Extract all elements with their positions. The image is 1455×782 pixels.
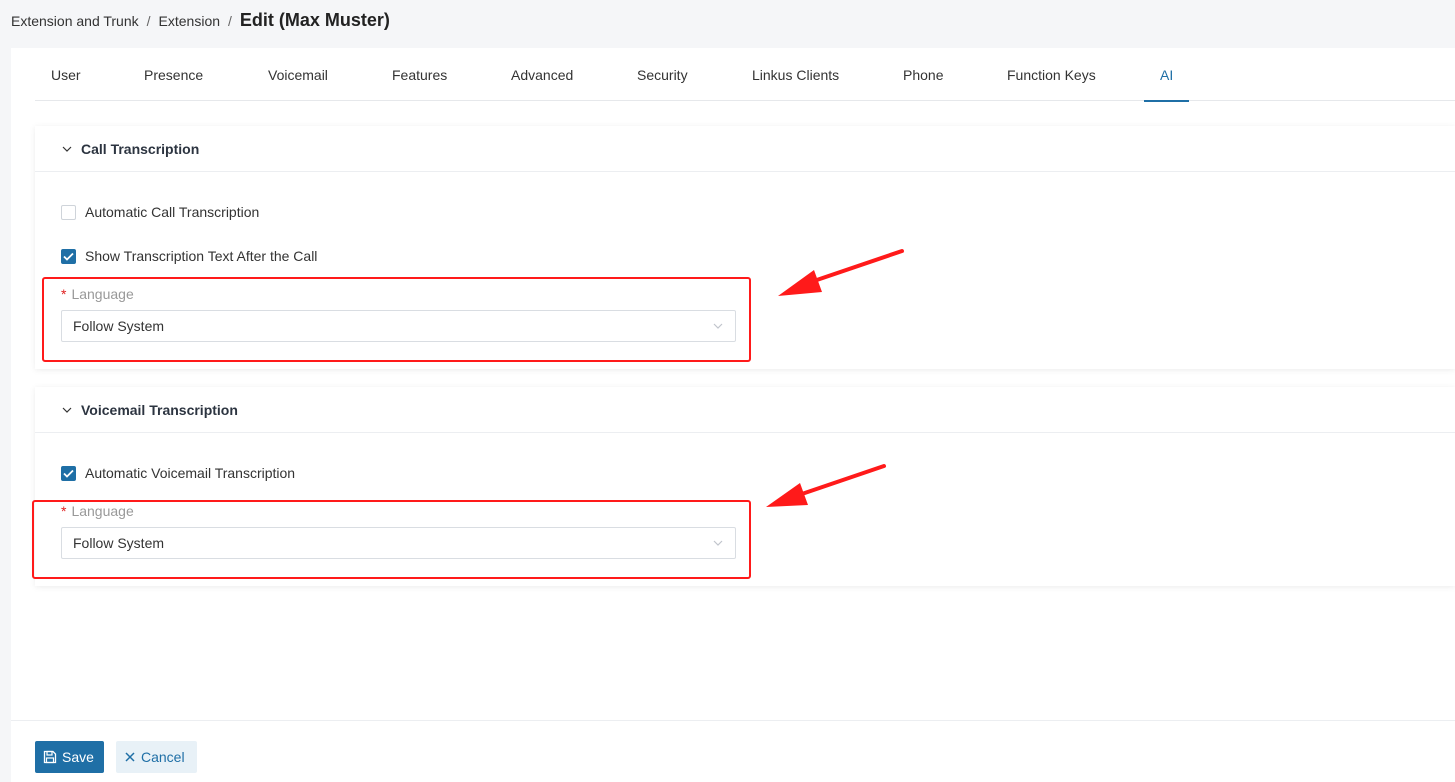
automatic-voicemail-transcription-checkbox[interactable]: Automatic Voicemail Transcription <box>61 465 295 481</box>
cancel-label: Cancel <box>141 749 185 765</box>
call-language-select[interactable]: Follow System <box>61 310 736 342</box>
voicemail-language-value: Follow System <box>73 535 165 551</box>
save-label: Save <box>62 749 94 765</box>
required-mark: * <box>61 503 67 519</box>
save-button[interactable]: Save <box>35 741 104 773</box>
checkbox-checked[interactable] <box>61 465 76 481</box>
call-language-label: * Language <box>61 286 134 302</box>
tab-features[interactable]: Features <box>392 48 447 101</box>
call-transcription-title: Call Transcription <box>81 140 200 157</box>
checkbox-checked[interactable] <box>61 248 76 264</box>
voicemail-language-select[interactable]: Follow System <box>61 527 736 559</box>
call-transcription-header[interactable]: Call Transcription <box>35 126 1455 172</box>
chevron-down-icon <box>62 407 72 413</box>
tab-bar: User Presence Voicemail Features Advance… <box>35 48 1455 102</box>
edit-extension-card: User Presence Voicemail Features Advance… <box>11 48 1455 782</box>
voicemail-language-label: * Language <box>61 503 134 519</box>
check-icon <box>63 469 74 478</box>
show-transcription-text-label: Show Transcription Text After the Call <box>85 248 318 264</box>
footer-actions: Save Cancel <box>11 720 1455 782</box>
breadcrumb-extension-and-trunk[interactable]: Extension and Trunk <box>11 13 139 29</box>
automatic-voicemail-transcription-label: Automatic Voicemail Transcription <box>85 465 296 481</box>
breadcrumb-separator: / <box>146 13 151 29</box>
chevron-down-icon <box>62 146 72 152</box>
breadcrumb: Extension and Trunk / Extension / Edit (… <box>11 10 390 31</box>
voicemail-language-label-text: Language <box>71 503 134 519</box>
close-icon <box>125 752 135 762</box>
tab-linkus-clients[interactable]: Linkus Clients <box>752 48 839 101</box>
tab-presence[interactable]: Presence <box>144 48 203 101</box>
show-transcription-text-checkbox[interactable]: Show Transcription Text After the Call <box>61 248 317 264</box>
tab-voicemail[interactable]: Voicemail <box>268 48 328 101</box>
checkbox-unchecked[interactable] <box>61 204 76 220</box>
call-language-value: Follow System <box>73 318 165 334</box>
tab-user[interactable]: User <box>51 48 81 101</box>
automatic-call-transcription-label: Automatic Call Transcription <box>85 204 260 220</box>
cancel-button[interactable]: Cancel <box>116 741 197 773</box>
page-title: Edit (Max Muster) <box>239 10 390 30</box>
call-language-label-text: Language <box>71 286 134 302</box>
chevron-down-icon <box>713 323 723 329</box>
voicemail-transcription-header[interactable]: Voicemail Transcription <box>35 387 1455 433</box>
automatic-call-transcription-checkbox[interactable]: Automatic Call Transcription <box>61 204 259 220</box>
chevron-down-icon <box>713 540 723 546</box>
tab-phone[interactable]: Phone <box>903 48 943 101</box>
call-transcription-section: Call Transcription Automatic Call Transc… <box>35 126 1455 369</box>
breadcrumb-separator: / <box>228 13 232 29</box>
voicemail-transcription-title: Voicemail Transcription <box>81 401 238 418</box>
save-icon <box>43 750 57 764</box>
tab-advanced[interactable]: Advanced <box>511 48 573 101</box>
check-icon <box>63 252 74 261</box>
breadcrumb-extension[interactable]: Extension <box>159 13 220 29</box>
required-mark: * <box>61 286 67 302</box>
tab-ai[interactable]: AI <box>1143 48 1190 102</box>
voicemail-transcription-section: Voicemail Transcription Automatic Voicem… <box>35 387 1455 586</box>
tab-function-keys[interactable]: Function Keys <box>1007 48 1096 101</box>
tab-security[interactable]: Security <box>637 48 688 101</box>
